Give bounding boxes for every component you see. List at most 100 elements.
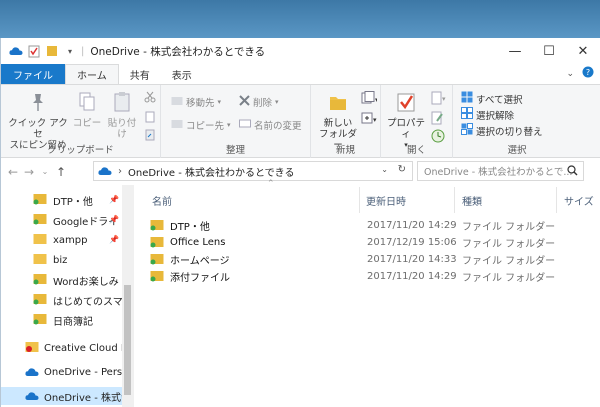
minimize-button[interactable]: — (498, 38, 532, 64)
nav-item-label: 日商簿記 (53, 316, 93, 328)
new-group-label: 新規 (335, 145, 355, 156)
move-to-label: 移動先 (186, 98, 215, 109)
synced-folder-icon (150, 219, 164, 234)
column-modified[interactable]: 更新日時 (366, 185, 406, 215)
nav-scrollbar[interactable] (122, 185, 133, 407)
svg-text:▾: ▾ (442, 95, 446, 103)
file-type: ファイル フォルダー (462, 239, 556, 250)
column-divider[interactable] (454, 187, 455, 213)
folder-icon (33, 253, 47, 268)
tab-file[interactable]: ファイル (1, 64, 65, 84)
tab-view[interactable]: 表示 (161, 64, 203, 84)
select-none-icon (461, 107, 473, 122)
svg-text:▾: ▾ (373, 116, 377, 124)
table-row[interactable]: 添付ファイル 2017/11/20 14:29 ファイル フォルダー (148, 268, 600, 285)
nav-item-google-drive[interactable]: Googleドライ 📌 (1, 211, 123, 229)
breadcrumb[interactable]: OneDrive - 株式会社わかるとできる (128, 164, 295, 179)
table-row[interactable]: DTP・他 2017/11/20 14:29 ファイル フォルダー (148, 217, 600, 234)
table-row[interactable]: Office Lens 2017/12/19 15:06 ファイル フォルダー (148, 234, 600, 251)
invert-selection-icon (461, 123, 473, 138)
select-none-button[interactable]: 選択解除 (461, 107, 514, 122)
column-type[interactable]: 種類 (462, 185, 482, 215)
column-type-label: 種類 (462, 196, 482, 208)
search-icon[interactable] (567, 165, 578, 179)
breadcrumb-separator-icon: › (118, 165, 122, 177)
edit-icon[interactable] (431, 111, 445, 128)
column-modified-label: 更新日時 (366, 196, 406, 208)
content-area: ⌃ DTP・他 📌 Googleドライ 📌 xampp 📌 biz Wordお楽… (1, 179, 600, 407)
delete-label: 削除 (253, 98, 273, 109)
recent-locations-chevron-icon[interactable]: ⌄ (37, 162, 53, 182)
invert-selection-button[interactable]: 選択の切り替え (461, 123, 543, 138)
close-button[interactable]: ✕ (566, 38, 600, 64)
help-icon[interactable]: ? (582, 66, 594, 81)
new-folder-quick-icon[interactable] (45, 44, 59, 58)
select-all-label: すべて選択 (476, 94, 523, 106)
nav-item-onedrive-business[interactable]: OneDrive - 株式会 (1, 387, 123, 405)
select-all-button[interactable]: すべて選択 (461, 91, 522, 106)
nav-item-label: Wordお楽しみ (53, 276, 119, 288)
nav-item-label: Creative Cloud File (44, 342, 123, 354)
onedrive-cloud-icon (98, 166, 112, 176)
properties-label: プロパティ (386, 118, 425, 140)
synced-folder-icon (150, 270, 164, 285)
file-modified: 2017/12/19 15:06 (367, 237, 457, 248)
copy-path-icon[interactable] (144, 111, 156, 126)
search-placeholder: OneDrive - 株式会社わかるとで... (424, 167, 573, 178)
nav-item-biz[interactable]: biz (1, 251, 123, 269)
maximize-button[interactable]: ☐ (532, 38, 566, 64)
forward-arrow-icon[interactable]: → (21, 162, 37, 182)
column-name[interactable]: ⌃ 名前 (152, 179, 275, 215)
table-row[interactable]: ホームページ 2017/11/20 14:33 ファイル フォルダー (148, 251, 600, 268)
paste-button[interactable]: 貼り付け (105, 91, 139, 140)
file-name: Office Lens (170, 237, 226, 248)
select-all-icon (461, 91, 473, 106)
copy-to-button[interactable]: コピー先 ▾ (171, 118, 231, 132)
nav-item-creative-cloud[interactable]: Creative Cloud File (1, 339, 123, 357)
sort-up-chevron-icon: ⌃ (267, 179, 275, 189)
pin-label-1: クイック アクセ (8, 118, 68, 140)
search-input[interactable]: OneDrive - 株式会社わかるとで... (417, 161, 584, 181)
tab-share[interactable]: 共有 (119, 64, 161, 84)
move-to-button[interactable]: 移動先 ▾ (171, 95, 221, 109)
desktop-background (0, 0, 600, 38)
nav-item-bookkeeping[interactable]: 日商簿記 (1, 311, 123, 329)
navigation-pane: ⌃ DTP・他 📌 Googleドライ 📌 xampp 📌 biz Wordお楽… (1, 185, 134, 407)
address-bar[interactable]: › OneDrive - 株式会社わかるとできる ⌄ ↻ (93, 161, 413, 181)
tab-home[interactable]: ホーム (65, 64, 119, 84)
chevron-down-icon[interactable]: ⌄ (566, 69, 574, 79)
onedrive-cloud-icon (9, 44, 23, 58)
nav-item-label: DTP・他 (53, 196, 93, 208)
clipboard-icon (112, 91, 132, 116)
synced-folder-icon (33, 193, 47, 208)
back-arrow-icon[interactable]: ← (5, 162, 21, 182)
scissors-icon[interactable] (144, 91, 156, 106)
copy-button[interactable]: コピー (72, 91, 102, 129)
properties-quick-icon[interactable] (27, 44, 41, 58)
easy-access-icon[interactable]: ▾ (361, 111, 377, 128)
new-item-icon[interactable]: ▾ (361, 91, 379, 108)
move-folder-icon (171, 95, 183, 109)
open-icon[interactable]: ▾ (431, 91, 447, 108)
nav-item-dtp[interactable]: DTP・他 📌 (1, 191, 123, 209)
nav-scrollbar-thumb[interactable] (124, 285, 131, 395)
chevron-down-icon[interactable]: ▾ (63, 44, 77, 58)
column-size[interactable]: サイズ (564, 185, 594, 215)
up-arrow-icon[interactable]: ↑ (53, 162, 69, 182)
delete-x-icon (239, 95, 250, 109)
column-divider[interactable] (359, 187, 360, 213)
nav-item-onedrive-personal[interactable]: OneDrive - Person (1, 363, 123, 381)
synced-folder-icon (150, 236, 164, 251)
nav-item-word[interactable]: Wordお楽しみ (1, 271, 123, 289)
rename-button[interactable]: 名前の変更 (239, 118, 302, 132)
nav-item-smartphone[interactable]: はじめてのスマート (1, 291, 123, 309)
nav-item-label: biz (53, 254, 68, 266)
rename-icon (239, 119, 251, 131)
nav-item-xampp[interactable]: xampp 📌 (1, 231, 123, 249)
refresh-icon[interactable]: ↻ (398, 164, 406, 175)
address-dropdown-icon[interactable]: ⌄ (381, 165, 388, 174)
delete-button[interactable]: 削除 ▾ (239, 95, 279, 109)
column-divider[interactable] (556, 187, 557, 213)
file-modified: 2017/11/20 14:29 (367, 220, 457, 231)
file-type: ファイル フォルダー (462, 256, 556, 267)
